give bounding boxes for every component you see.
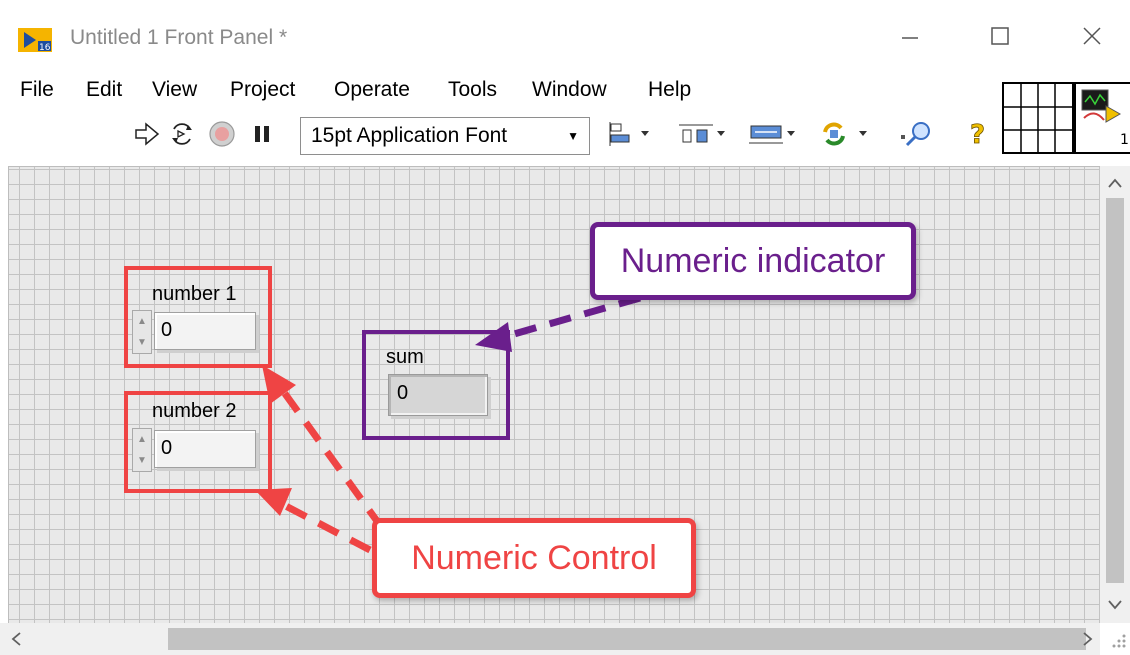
callout-numeric-indicator: Numeric indicator [590, 222, 916, 300]
arrow-to-indicator [475, 294, 641, 352]
callout-numeric-indicator-text: Numeric indicator [620, 241, 886, 280]
callout-numeric-control-text: Numeric Control [411, 538, 657, 577]
arrow-to-number-2 [255, 488, 372, 554]
callout-numeric-control: Numeric Control [372, 518, 696, 598]
